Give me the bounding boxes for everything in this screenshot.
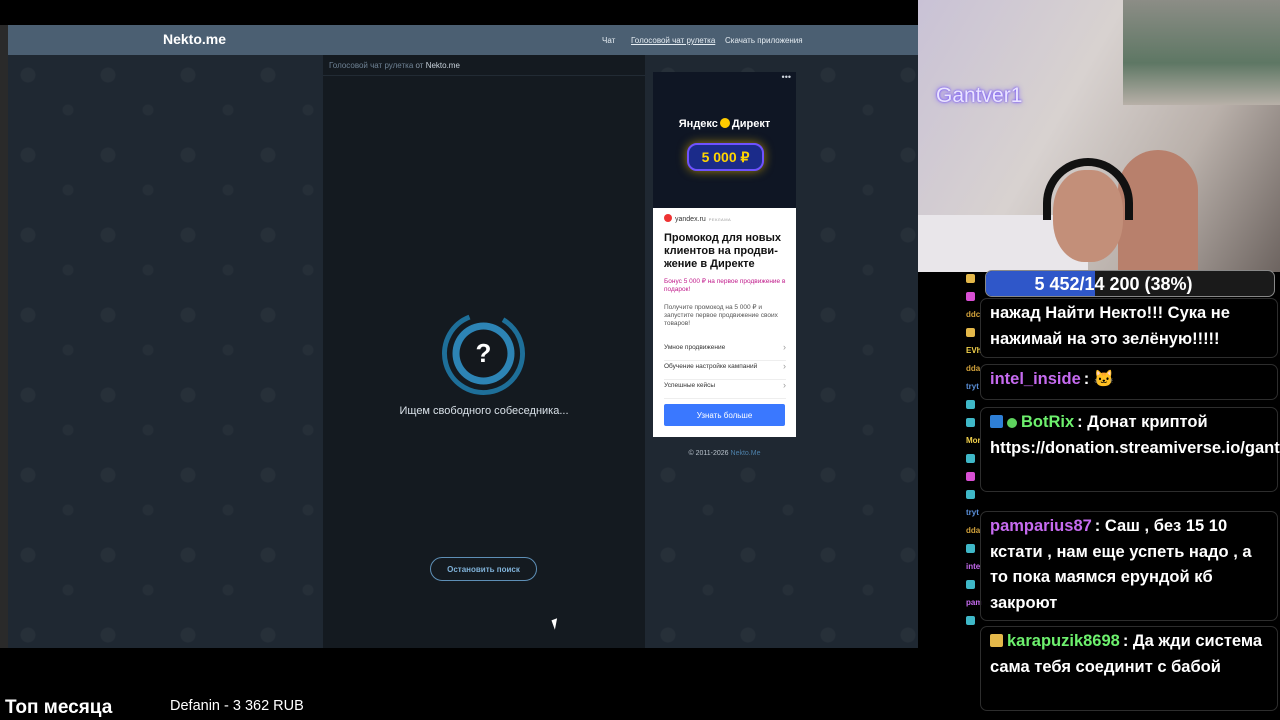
crown-icon	[966, 328, 975, 337]
question-mark: ?	[476, 338, 492, 368]
copyright-link[interactable]: Nekto.Me	[731, 450, 761, 457]
ad-tag: РЕКЛАМА	[708, 217, 732, 222]
viewer-name-fragment: EVh	[966, 346, 982, 355]
platform-icon	[966, 400, 975, 409]
platform-icon	[966, 616, 978, 627]
headphones-icon	[1043, 158, 1133, 220]
chat-panel: Голосовой чат рулетка от Nekto.me ? Ищем…	[323, 55, 645, 648]
left-edge-strip	[0, 25, 8, 648]
yandex-logo-icon	[664, 214, 672, 222]
viewer-name-fragment: dda	[966, 526, 981, 535]
ad-source: yandex.ru РЕКЛАМА	[664, 214, 731, 223]
copyright-years: © 2011-2026	[688, 450, 729, 457]
platform-icon	[966, 400, 978, 411]
divider	[323, 75, 645, 76]
breadcrumb-separator: от	[415, 61, 424, 70]
yandex-coin-icon	[719, 118, 730, 128]
chat-message: BotRix: Донат криптой https://donation.s…	[980, 407, 1280, 492]
nav-link-voice-roulette[interactable]: Голосовой чат рулетка	[631, 36, 715, 45]
ad-brand-right: Директ	[731, 118, 771, 130]
crown-icon	[966, 274, 975, 283]
verified-badge-icon	[1007, 418, 1017, 428]
breadcrumb-site: Nekto.me	[425, 61, 460, 70]
nav-link-download-apps[interactable]: Скачать приложения	[725, 36, 803, 45]
ad-brand-left: Яндекс	[678, 118, 718, 130]
platform-icon	[966, 454, 978, 465]
chat-message: intel_inside: 🐱	[980, 364, 1278, 400]
viewer-name-fragment: pam	[966, 598, 983, 607]
platform-icon	[966, 454, 975, 463]
breadcrumb-link[interactable]: Голосовой чат рулетка	[329, 61, 413, 70]
ad-image: ••• Яндекс Директ 5 000 ₽	[653, 72, 796, 208]
platform-icon	[966, 418, 975, 427]
ad-menu-icon[interactable]: •••	[782, 72, 791, 82]
site-logo[interactable]: Nekto.me	[163, 31, 226, 47]
breadcrumb: Голосовой чат рулетка от Nekto.me	[329, 61, 460, 70]
bottom-bar	[0, 650, 962, 720]
viewer-name-fragment: tryt	[966, 508, 979, 517]
viewer-name-fragment: ddc	[966, 310, 981, 319]
site-navbar: Nekto.me Чат Голосовой чат рулетка Скача…	[8, 25, 918, 55]
chat-message: karapuzik8698: Да жди система сама тебя …	[980, 626, 1278, 711]
viewer-name-fragment: inte	[966, 562, 981, 571]
background-clothes	[1123, 0, 1280, 105]
platform-icon	[966, 292, 975, 301]
searching-status: Ищем свободного собеседника...	[399, 405, 569, 417]
chat-username: karapuzik8698	[1007, 632, 1120, 650]
streamer-name: Gantver1	[936, 84, 1023, 107]
platform-icon	[966, 292, 978, 303]
ad-brand: Яндекс Директ	[653, 118, 796, 130]
platform-icon	[966, 418, 978, 429]
platform-icon	[966, 472, 975, 481]
ad-item-smart-promotion[interactable]: Умное продвижение	[664, 341, 786, 361]
viewer-name-fragment: Mor	[966, 436, 981, 445]
viewer-name-fragment: tryt	[966, 382, 979, 391]
webcam-overlay: Gantver1	[918, 0, 1280, 272]
ad-item-success-cases[interactable]: Успешные кейсы	[664, 379, 786, 399]
ad-banner[interactable]: ••• Яндекс Директ 5 000 ₽ yandex.ru РЕКЛАМ…	[653, 72, 796, 437]
platform-icon	[966, 490, 978, 501]
stream-screen: Nekto.me Чат Голосовой чат рулетка Скача…	[0, 0, 1280, 720]
top-month-label: Топ месяца	[5, 697, 113, 718]
nav-link-chat[interactable]: Чат	[602, 36, 615, 45]
chat-message: pamparius87: Саш , без 15 10 кстати , на…	[980, 511, 1278, 621]
crown-badge-icon	[990, 634, 1003, 647]
platform-icon	[966, 580, 975, 589]
chat-username: pamparius87	[990, 517, 1092, 535]
chat-username: intel_inside	[990, 370, 1081, 388]
crown-icon	[966, 274, 978, 285]
ad-bonus: Бонус 5 000 ₽ на первое продвижение в по…	[664, 278, 786, 293]
platform-icon	[966, 580, 978, 591]
copyright: © 2011-2026 Nekto.Me	[653, 450, 796, 457]
chat-message-text: 🐱	[1093, 370, 1115, 388]
platform-icon	[966, 472, 978, 483]
browser-page: Nekto.me Чат Голосовой чат рулетка Скача…	[8, 25, 918, 648]
platform-icon	[966, 544, 978, 555]
donation-goal-bar: 5 452/14 200 (38%)	[985, 270, 1275, 297]
ad-body: Получите промокод на 5 000 ₽ и запустите…	[664, 304, 778, 327]
goal-text: 5 452/14 200 (38%)	[1034, 274, 1193, 294]
chat-username: BotRix	[1021, 413, 1075, 431]
ad-source-domain: yandex.ru	[675, 216, 706, 223]
chat-message-text: нажад Найти Некто!!! Сука не нажимай на …	[990, 304, 1230, 348]
ad-headline: Промокод для новых клиентов на продви-же…	[664, 232, 781, 270]
platform-icon	[966, 544, 975, 553]
search-spinner-icon: ?	[442, 312, 525, 395]
top-month-value: Defanin - 3 362 RUB	[170, 698, 304, 714]
ad-item-campaign-training[interactable]: Обучение настройке кампаний	[664, 360, 786, 380]
ad-learn-more-button[interactable]: Узнать больше	[664, 404, 785, 426]
crown-icon	[966, 328, 978, 339]
ad-amount: 5 000 ₽	[687, 143, 764, 171]
chat-message: нажад Найти Некто!!! Сука не нажимай на …	[980, 298, 1278, 358]
viewer-name-fragment: dda	[966, 364, 981, 373]
platform-icon	[966, 490, 975, 499]
stop-search-button[interactable]: Остановить поиск	[430, 557, 537, 581]
bot-badge-icon	[990, 415, 1003, 428]
platform-icon	[966, 616, 975, 625]
